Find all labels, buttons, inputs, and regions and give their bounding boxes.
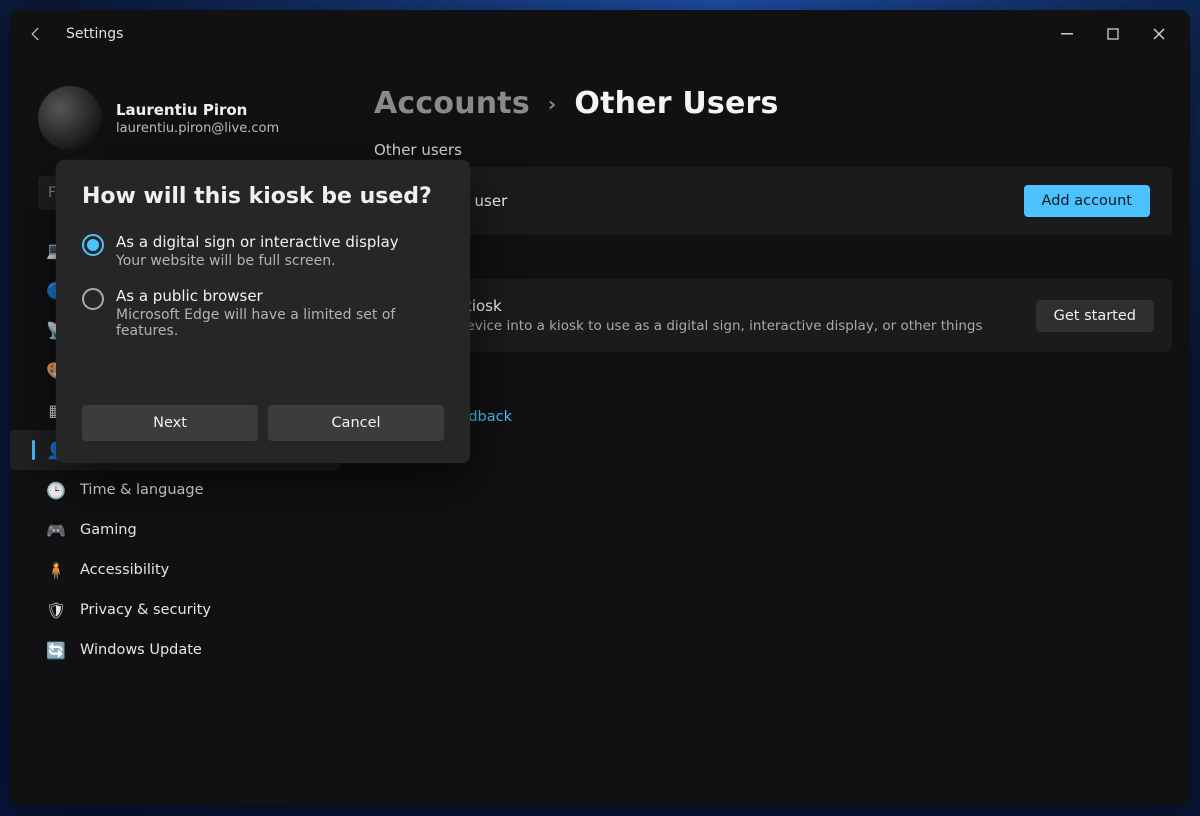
option-sub: Your website will be full screen.	[116, 253, 399, 269]
window-title: Settings	[66, 26, 123, 42]
option-sub: Microsoft Edge will have a limited set o…	[116, 307, 444, 339]
breadcrumb-parent[interactable]: Accounts	[374, 86, 530, 121]
privacy-icon: 🛡	[46, 600, 66, 620]
radio-option-public-browser[interactable]: As a public browser Microsoft Edge will …	[82, 283, 444, 353]
option-title: As a digital sign or interactive display	[116, 233, 399, 251]
cancel-button[interactable]: Cancel	[268, 405, 444, 441]
user-profile[interactable]: Laurentiu Piron laurentiu.piron@live.com	[10, 72, 340, 170]
sidebar-item-time[interactable]: 🕒 Time & language	[10, 470, 340, 510]
sidebar-item-privacy[interactable]: 🛡 Privacy & security	[10, 590, 340, 630]
maximize-button[interactable]	[1090, 16, 1136, 52]
dialog-title: How will this kiosk be used?	[82, 184, 444, 209]
radio-option-digital-sign[interactable]: As a digital sign or interactive display…	[82, 229, 444, 283]
breadcrumb-current: Other Users	[574, 86, 778, 121]
give-feedback-link[interactable]: 💬 Give feedback	[374, 406, 1172, 428]
next-button[interactable]: Next	[82, 405, 258, 441]
close-button[interactable]	[1136, 16, 1182, 52]
back-button[interactable]	[18, 16, 54, 52]
update-icon: 🔄	[46, 640, 66, 660]
kiosk-title: Set up a kiosk	[396, 297, 1036, 315]
sidebar-item-label: Windows Update	[80, 642, 202, 658]
radio-icon	[82, 288, 104, 310]
user-name: Laurentiu Piron	[116, 101, 279, 119]
accessibility-icon: 🧍	[46, 560, 66, 580]
window-controls	[1044, 16, 1182, 52]
dialog-actions: Next Cancel	[82, 405, 444, 441]
sidebar-item-label: Gaming	[80, 522, 137, 538]
section-other-users: Other users	[374, 141, 1172, 159]
breadcrumb: Accounts › Other Users	[374, 86, 1172, 121]
get-help-link[interactable]: ❔ Get help	[374, 374, 1172, 396]
add-account-button[interactable]: Add account	[1024, 185, 1150, 217]
sidebar-item-label: Accessibility	[80, 562, 169, 578]
user-email: laurentiu.piron@live.com	[116, 121, 279, 136]
kiosk-card: Set up a kiosk Turn this device into a k…	[374, 279, 1172, 352]
time-icon: 🕒	[46, 480, 66, 500]
add-user-card: Add other user Add account	[374, 167, 1172, 235]
gaming-icon: 🎮	[46, 520, 66, 540]
sidebar-item-update[interactable]: 🔄 Windows Update	[10, 630, 340, 670]
kiosk-sub: Turn this device into a kiosk to use as …	[396, 318, 1036, 334]
chevron-right-icon: ›	[548, 92, 556, 116]
avatar	[38, 86, 102, 150]
sidebar-item-label: Time & language	[80, 482, 204, 498]
settings-window: Settings Laurentiu Piron laurentiu.piron…	[10, 10, 1190, 806]
get-started-button[interactable]: Get started	[1036, 300, 1154, 332]
kiosk-usage-dialog: How will this kiosk be used? As a digita…	[56, 160, 470, 463]
option-title: As a public browser	[116, 287, 444, 305]
sidebar-item-label: Privacy & security	[80, 602, 211, 618]
minimize-button[interactable]	[1044, 16, 1090, 52]
title-bar: Settings	[10, 10, 1190, 58]
sidebar-item-accessibility[interactable]: 🧍 Accessibility	[10, 550, 340, 590]
radio-icon	[82, 234, 104, 256]
sidebar-item-gaming[interactable]: 🎮 Gaming	[10, 510, 340, 550]
